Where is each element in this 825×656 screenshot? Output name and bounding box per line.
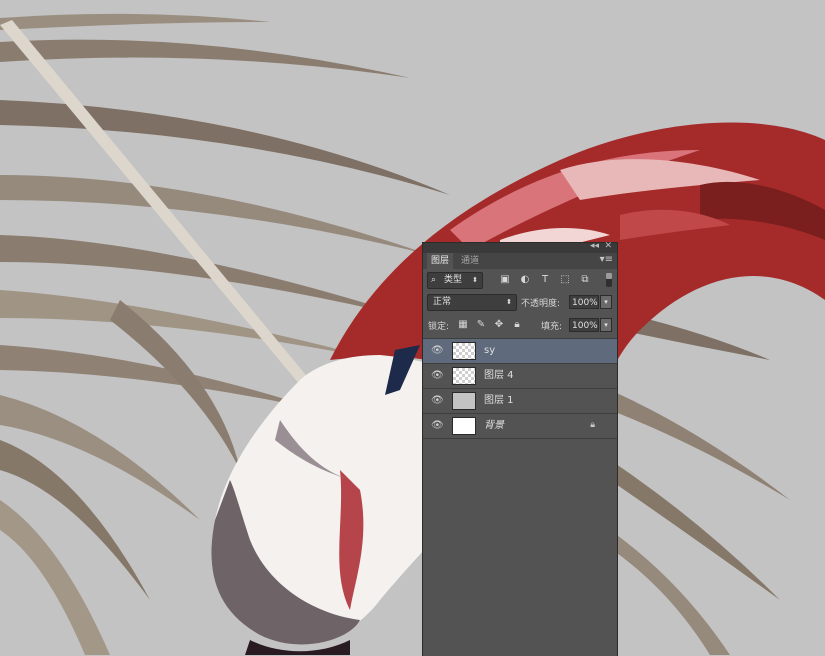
layer-row-background[interactable]: 👁︎ 背景 🔒︎ (423, 413, 617, 438)
image-filter-icon[interactable]: ▣ (499, 274, 511, 286)
lock-transparent-pixels-icon[interactable]: ▦ (457, 319, 469, 331)
type-filter-icon[interactable]: T (539, 274, 551, 286)
layer-row-sy[interactable]: 👁︎ sy (423, 338, 617, 363)
layer-name: 图层 1 (484, 395, 514, 406)
tab-channels[interactable]: 通道 (457, 253, 483, 269)
smart-object-filter-icon[interactable]: ⧉ (579, 274, 591, 286)
layer-thumbnail (452, 417, 476, 435)
layers-panel: ◂◂ ✕ 图层 通道 ▾≡ ⌕ 类型 ⬍ ▣ ◐ T ⬚ ⧉ 正常 ⬍ 不透明度… (423, 241, 617, 656)
lock-row: 锁定: ▦ ✎ ✥ 🔒︎ 填充: 100% ▾ (423, 315, 617, 335)
panel-menu-icon[interactable]: ▾≡ (600, 254, 613, 265)
visibility-eye-icon[interactable]: 👁︎ (431, 370, 444, 382)
lock-all-icon[interactable]: 🔒︎ (511, 319, 523, 331)
layer-row-layer-4[interactable]: 👁︎ 图层 4 (423, 363, 617, 388)
adjustment-filter-icon[interactable]: ◐ (519, 274, 531, 286)
visibility-eye-icon[interactable]: 👁︎ (431, 420, 444, 432)
updown-arrows-icon: ⬍ (506, 298, 512, 306)
lock-position-icon[interactable]: ✥ (493, 319, 505, 331)
layer-thumbnail (452, 392, 476, 410)
blend-row: 正常 ⬍ 不透明度: 100% ▾ (423, 292, 617, 312)
layer-name: sy (484, 345, 496, 356)
layer-list: 👁︎ sy 👁︎ 图层 4 👁︎ 图层 1 👁︎ 背景 🔒︎ (423, 338, 617, 438)
panel-tab-bar: 图层 通道 ▾≡ (423, 253, 617, 269)
layer-row-layer-1[interactable]: 👁︎ 图层 1 (423, 388, 617, 413)
lock-label: 锁定: (428, 322, 450, 332)
layer-name: 图层 4 (484, 370, 514, 381)
layer-name: 背景 (484, 420, 504, 431)
fill-field[interactable]: 100% (569, 318, 599, 332)
blend-mode-label: 正常 (433, 297, 452, 307)
opacity-field[interactable]: 100% (569, 295, 599, 309)
close-icon[interactable]: ✕ (604, 241, 612, 251)
layer-filter-row: ⌕ 类型 ⬍ ▣ ◐ T ⬚ ⧉ (423, 270, 617, 290)
panel-title-bar[interactable]: ◂◂ ✕ (423, 241, 617, 253)
layer-list-empty-area[interactable] (423, 438, 617, 656)
visibility-eye-icon[interactable]: 👁︎ (431, 345, 444, 357)
fill-dropdown-button[interactable]: ▾ (600, 318, 612, 332)
opacity-dropdown-button[interactable]: ▾ (600, 295, 612, 309)
filter-toggle-switch[interactable] (606, 273, 612, 287)
search-icon: ⌕ (431, 275, 437, 285)
lock-image-pixels-icon[interactable]: ✎ (475, 319, 487, 331)
filter-kind-label: 类型 (444, 275, 463, 285)
fill-label: 填充: (541, 322, 563, 332)
layer-thumbnail (452, 367, 476, 385)
filter-kind-select[interactable]: ⌕ 类型 ⬍ (427, 272, 483, 289)
opacity-label: 不透明度: (521, 299, 561, 309)
layer-thumbnail (452, 342, 476, 360)
collapse-icon[interactable]: ◂◂ (590, 241, 599, 251)
tab-layers[interactable]: 图层 (427, 253, 454, 269)
layer-lock-icon: 🔒︎ (590, 420, 595, 430)
blend-mode-select[interactable]: 正常 ⬍ (427, 294, 517, 311)
visibility-eye-icon[interactable]: 👁︎ (431, 395, 444, 407)
canvas-artwork (0, 0, 825, 655)
updown-arrows-icon: ⬍ (472, 276, 478, 284)
shape-filter-icon[interactable]: ⬚ (559, 274, 571, 286)
